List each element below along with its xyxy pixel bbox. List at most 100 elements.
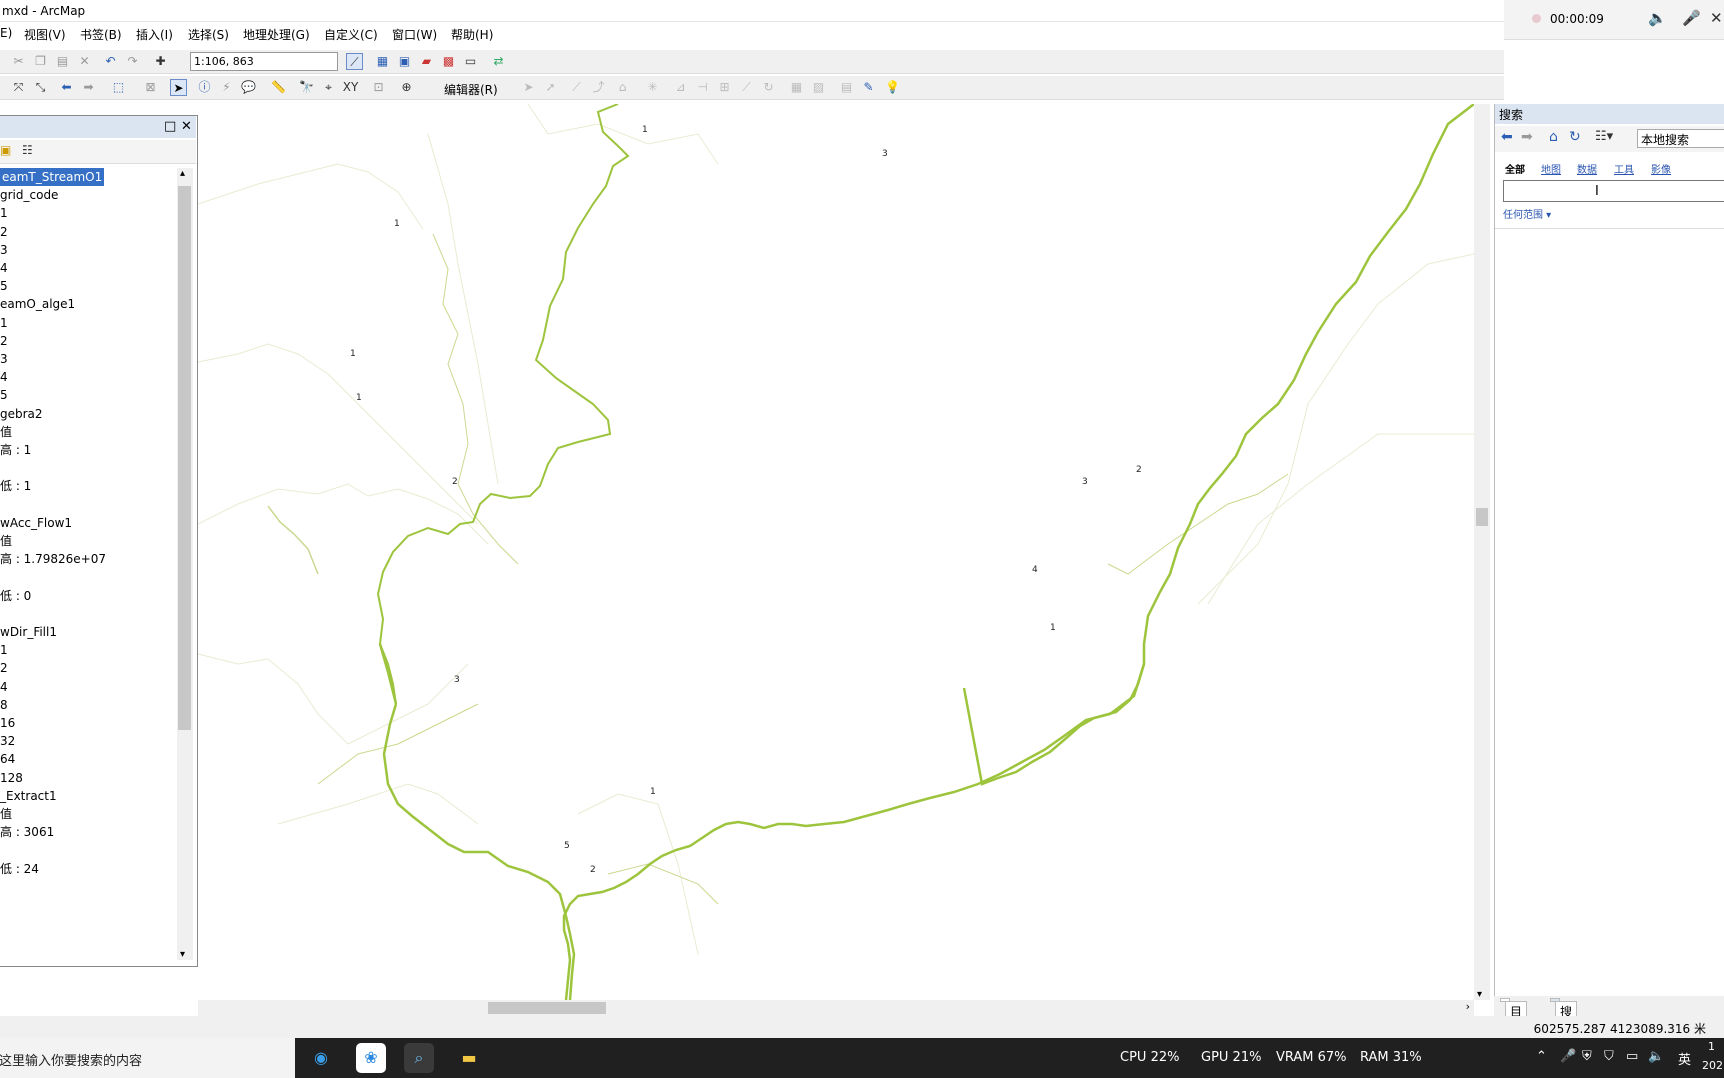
toc-item[interactable]: eamO_alge1 [0, 295, 75, 313]
scroll-thumb[interactable] [488, 1002, 606, 1014]
point-icon[interactable]: ✳ [644, 79, 661, 96]
menu-view[interactable]: 视图(V) [24, 26, 66, 43]
scroll-down-icon[interactable]: ▾ [180, 949, 185, 960]
toc-item[interactable]: 4 [0, 678, 8, 696]
toc-item[interactable]: wDir_Fill1 [0, 623, 57, 641]
select-elements-icon[interactable]: ➤ [170, 79, 187, 96]
file-explorer-icon[interactable]: ▬ [454, 1043, 484, 1073]
measure-icon[interactable]: 📏 [270, 79, 287, 96]
toc-item[interactable]: 5 [0, 277, 8, 295]
toc-item[interactable]: 3 [0, 350, 8, 368]
model-builder-icon[interactable]: ⇄ [490, 53, 507, 70]
end-point-arc-icon[interactable]: ⤴ [590, 79, 607, 96]
back-icon[interactable]: ⬅ [58, 79, 75, 96]
toc-item[interactable]: 低 : 0 [0, 587, 31, 605]
toc-item[interactable]: 5 [0, 386, 8, 404]
map-horizontal-scrollbar[interactable]: › [198, 1000, 1474, 1016]
scroll-thumb[interactable] [1476, 508, 1488, 526]
menu-customize[interactable]: 自定义(C) [324, 26, 378, 43]
paste-icon[interactable]: ▤ [54, 53, 71, 70]
time-slider-icon[interactable]: ⊡ [370, 79, 387, 96]
search-location[interactable]: 本地搜索 [1637, 129, 1724, 148]
trace-icon[interactable]: ⌂ [614, 79, 631, 96]
goto-xy-icon[interactable]: XY [342, 79, 359, 96]
cut-icon[interactable]: ✂ [10, 53, 27, 70]
editor-menu[interactable]: 编辑器(R) [444, 81, 498, 98]
lightbulb-icon[interactable]: 💡 [884, 79, 901, 96]
toc-item[interactable]: 低 : 24 [0, 860, 39, 878]
toc-item[interactable]: 2 [0, 659, 8, 677]
toc-item[interactable]: 4 [0, 259, 8, 277]
toc-item[interactable]: 2 [0, 223, 8, 241]
create-features-icon[interactable]: ▤ [838, 79, 855, 96]
window-icon[interactable]: ▭ [462, 53, 479, 70]
delete-icon[interactable]: ✕ [76, 53, 93, 70]
app-icon[interactable]: ❀ [356, 1043, 386, 1073]
speaker-icon[interactable]: 🔈 [1648, 9, 1667, 27]
cut-polygons-icon[interactable]: ⊞ [716, 79, 733, 96]
edit-tool-icon[interactable]: ➤ [520, 79, 537, 96]
scroll-right-icon[interactable]: › [1466, 1000, 1470, 1013]
fixed-zoom-in-icon[interactable]: ⤧ [10, 79, 27, 96]
find-icon[interactable]: 🔭 [298, 79, 315, 96]
toc-item[interactable]: 高 : 1.79826e+07 [0, 550, 106, 568]
toolbox-icon[interactable]: ▰ [418, 53, 435, 70]
table-icon[interactable]: ▦ [374, 53, 391, 70]
arcmap-taskbar-icon[interactable]: ⌕ [404, 1043, 434, 1073]
edit-vertices-icon[interactable]: ⊿ [672, 79, 689, 96]
tab-all[interactable]: 全部 [1505, 161, 1525, 176]
toc-item[interactable]: gebra2 [0, 405, 43, 423]
microphone-icon[interactable]: 🎤 [1560, 1049, 1576, 1064]
create-viewer-icon[interactable]: ⊕ [398, 79, 415, 96]
chevron-up-icon[interactable]: ⌃ [1536, 1049, 1547, 1064]
scroll-down-icon[interactable]: ▾ [1477, 989, 1482, 1000]
toc-item[interactable]: 1 [0, 204, 8, 222]
taskbar-search[interactable]: 在这里输入你要搜索的内容 [0, 1038, 295, 1078]
close-icon[interactable]: ✕ [1710, 9, 1723, 27]
toc-item[interactable]: 1 [0, 641, 8, 659]
clear-selection-icon[interactable]: ⊠ [142, 79, 159, 96]
refresh-icon[interactable]: ↻ [1569, 129, 1581, 145]
toc-item[interactable]: 8 [0, 696, 8, 714]
html-popup-icon[interactable]: 💬 [240, 79, 257, 96]
catalog-icon[interactable]: ▣ [396, 53, 413, 70]
straight-segment-icon[interactable]: ⟋ [568, 79, 585, 96]
redo-icon[interactable]: ↷ [124, 53, 141, 70]
map-scale-field[interactable] [190, 52, 338, 71]
toc-item[interactable]: 1 [0, 314, 8, 332]
toc-item[interactable]: wAcc_Flow1 [0, 514, 72, 532]
toc-item[interactable]: 值 [0, 532, 12, 550]
attributes-icon[interactable]: ▦ [788, 79, 805, 96]
reshape-icon[interactable]: ⊣ [694, 79, 711, 96]
options-icon[interactable]: ☷▾ [1595, 129, 1613, 144]
toc-item[interactable]: 低 : 1 [0, 477, 31, 495]
editor-toolbar-icon[interactable]: ⟋ [346, 53, 363, 70]
python-icon[interactable]: ▩ [440, 53, 457, 70]
edge-icon[interactable]: ◉ [306, 1043, 336, 1073]
scroll-up-icon[interactable]: ▴ [180, 168, 185, 179]
map-canvas[interactable]: 1 3 1 1 1 2 3 2 4 1 3 1 5 2 [198, 104, 1474, 1000]
maximize-icon[interactable]: □ [164, 119, 176, 134]
edit-annotation-icon[interactable]: ➚ [542, 79, 559, 96]
record-dot-icon[interactable] [1532, 14, 1541, 23]
close-icon[interactable]: ✕ [181, 119, 192, 134]
sketch-properties-icon[interactable]: ▨ [810, 79, 827, 96]
forward-icon[interactable]: ➡ [1521, 129, 1533, 145]
toc-item[interactable]: grid_code [0, 186, 58, 204]
toc-item[interactable]: eamT_StreamO1 [0, 168, 105, 186]
toc-item[interactable]: 128 [0, 769, 23, 787]
options-icon[interactable]: ☷ [22, 143, 33, 157]
toc-item[interactable]: 值 [0, 805, 12, 823]
toc-item[interactable]: 高 : 1 [0, 441, 31, 459]
tab-maps[interactable]: 地图 [1541, 161, 1561, 176]
editor-pencil-icon[interactable]: ✎ [860, 79, 877, 96]
clock-date[interactable]: 202 [1702, 1059, 1723, 1072]
tab-search[interactable]: ⌕ 搜索 [1550, 998, 1578, 1039]
menu-windows[interactable]: 窗口(W) [392, 26, 437, 43]
menu-selection[interactable]: 选择(S) [188, 26, 229, 43]
map-view[interactable]: 1 3 1 1 1 2 3 2 4 1 3 1 5 2 [198, 104, 1474, 1000]
toc-item[interactable]: 4 [0, 368, 8, 386]
toc-item[interactable]: 16 [0, 714, 15, 732]
list-by-source-icon[interactable]: ▣ [0, 143, 11, 157]
map-vertical-scrollbar[interactable]: ▾ [1474, 104, 1490, 1000]
